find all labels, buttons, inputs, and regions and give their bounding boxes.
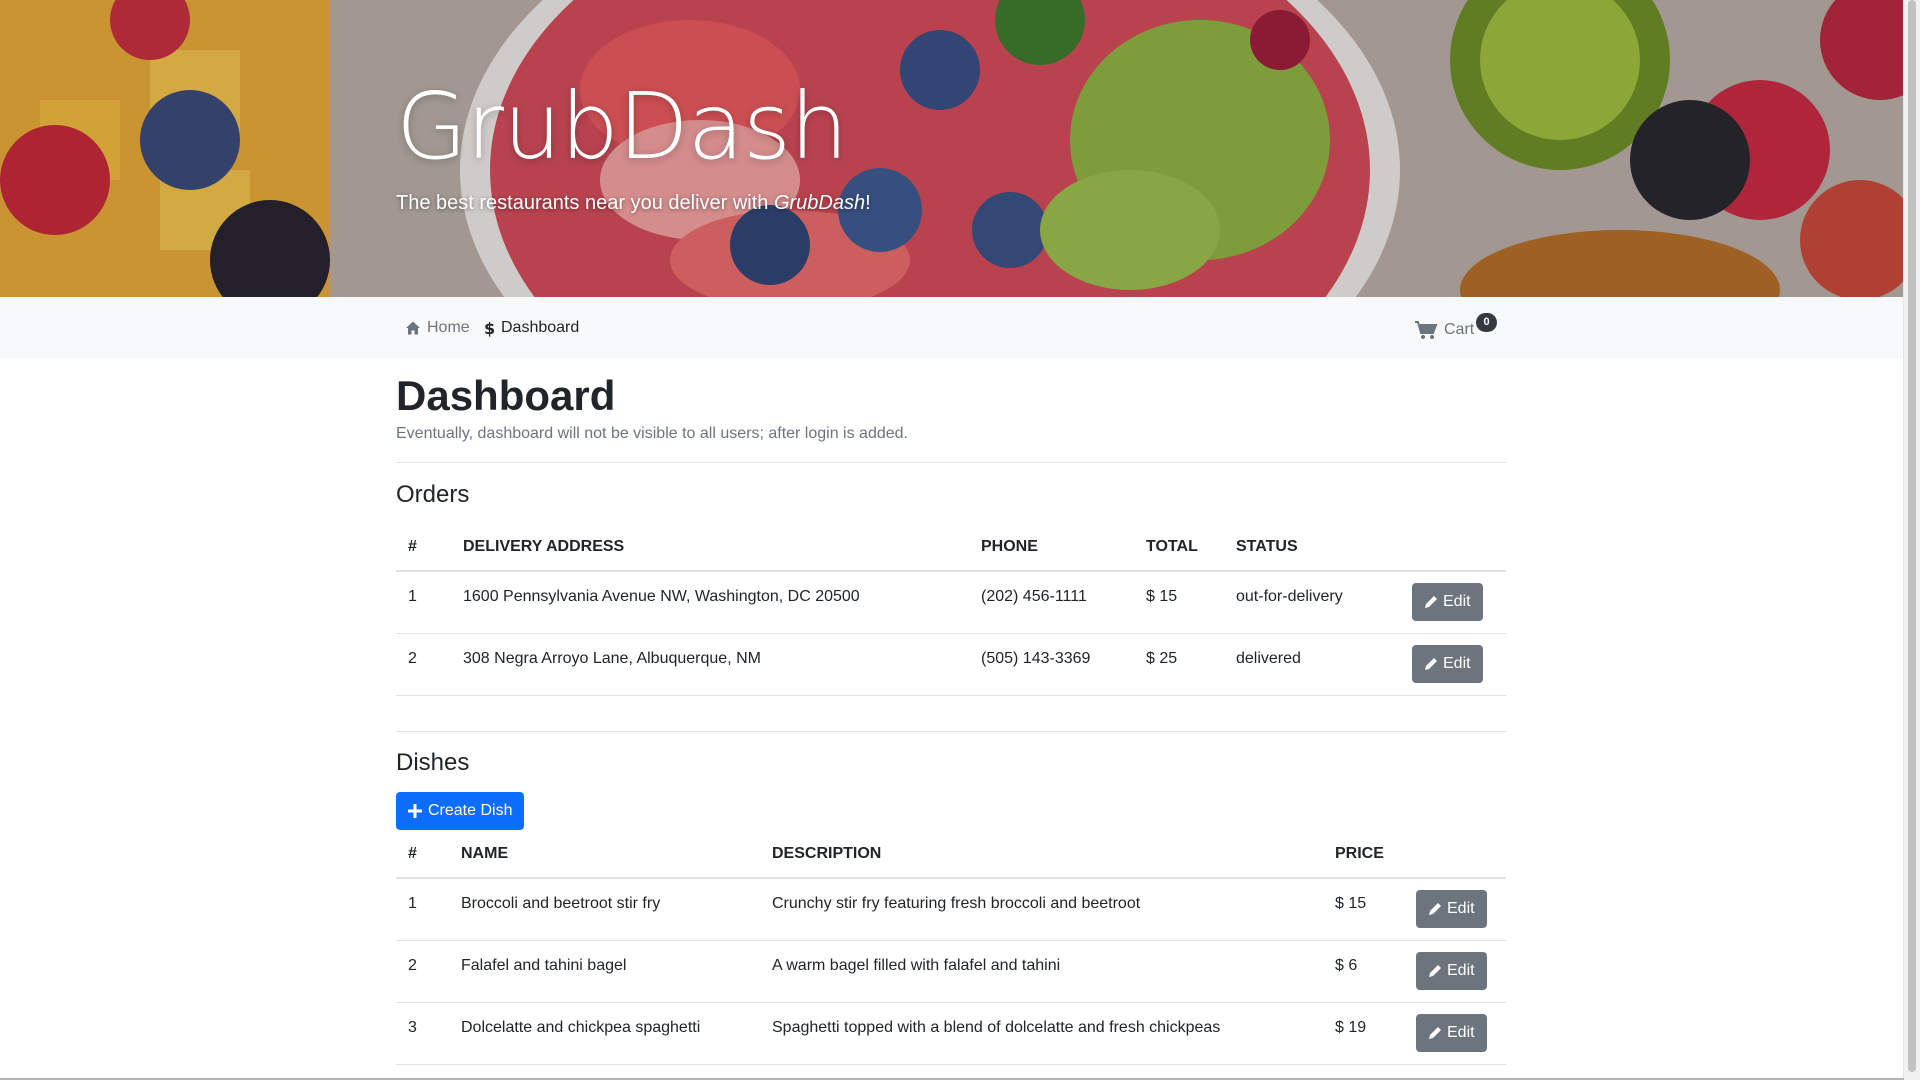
dish-name: Dolcelatte and chickpea spaghetti	[449, 1002, 760, 1065]
create-dish-button[interactable]: Create Dish	[396, 792, 525, 830]
hero-tagline: The best restaurants near you deliver wi…	[396, 190, 871, 216]
vertical-scrollbar[interactable]	[1903, 0, 1920, 1080]
nav-link-dashboard[interactable]: $ Dashboard	[484, 317, 579, 339]
dish-description: A warm bagel filled with falafel and tah…	[760, 940, 1323, 1003]
orders-table: # Delivery Address Phone Total Status 1 …	[396, 523, 1506, 696]
edit-order-button[interactable]: Edit	[1412, 583, 1483, 621]
pencil-icon	[1429, 964, 1441, 977]
orders-header-row: # Delivery Address Phone Total Status	[396, 523, 1506, 572]
order-total: $ 25	[1134, 633, 1224, 696]
pencil-icon	[1425, 657, 1437, 670]
dishes-header-row: # Name Description Price	[396, 830, 1506, 879]
order-number: 2	[396, 633, 451, 696]
tagline-prefix: The best restaurants near you deliver wi…	[396, 192, 774, 214]
dishes-table: # Name Description Price 1 Broccoli and …	[396, 830, 1506, 1065]
tagline-brand: GrubDash	[773, 192, 866, 214]
pencil-icon	[1425, 596, 1437, 608]
nav-home-label: Home	[427, 319, 470, 336]
column-header: #	[396, 830, 449, 879]
edit-label: Edit	[1443, 593, 1471, 610]
edit-dish-button[interactable]: Edit	[1416, 890, 1487, 928]
dish-description: Crunchy stir fry featuring fresh broccol…	[760, 878, 1323, 941]
page-lead: Eventually, dashboard will not be visibl…	[396, 425, 908, 442]
dish-price: $ 15	[1323, 878, 1404, 941]
dish-number: 1	[396, 878, 449, 941]
order-phone: (505) 143-3369	[969, 633, 1134, 696]
column-header: Price	[1323, 830, 1404, 879]
order-address: 308 Negra Arroyo Lane, Albuquerque, NM	[451, 633, 969, 696]
edit-label: Edit	[1443, 654, 1471, 672]
navbar: Home $ Dashboard Cart	[0, 297, 1904, 359]
scrollbar-thumb[interactable]	[1908, 0, 1916, 1072]
dishes-title: Dishes	[396, 749, 470, 776]
nav-link-home[interactable]: Home	[405, 317, 470, 339]
edit-label: Edit	[1447, 900, 1475, 917]
hero-background-image	[0, 0, 1904, 297]
column-header-actions	[1404, 830, 1506, 879]
tagline-suffix: !	[865, 192, 871, 214]
column-header: Total	[1134, 523, 1224, 572]
table-row: 1 Broccoli and beetroot stir fry Crunchy…	[396, 878, 1506, 941]
hero-banner: GrubDash The best restaurants near you d…	[0, 0, 1904, 297]
orders-title: Orders	[396, 481, 470, 508]
pencil-icon	[1429, 903, 1441, 915]
nav-cart-label: Cart	[1444, 321, 1475, 338]
order-phone: (202) 456-1111	[969, 571, 1134, 634]
column-header-actions	[1400, 523, 1506, 572]
table-row: 2 308 Negra Arroyo Lane, Albuquerque, NM…	[396, 633, 1506, 696]
order-address: 1600 Pennsylvania Avenue NW, Washington,…	[451, 571, 969, 634]
table-row: 3 Dolcelatte and chickpea spaghetti Spag…	[396, 1002, 1506, 1065]
edit-label: Edit	[1447, 961, 1475, 979]
order-actions: Edit	[1400, 633, 1506, 696]
cart-count-badge: 0	[1476, 313, 1497, 332]
column-header: Delivery Address	[451, 523, 969, 572]
hero-title: GrubDash	[396, 73, 848, 180]
edit-label: Edit	[1447, 1023, 1475, 1041]
edit-dish-button[interactable]: Edit	[1416, 1013, 1487, 1052]
dish-number: 3	[396, 1002, 449, 1065]
order-status: out-for-delivery	[1224, 571, 1400, 634]
dish-actions: Edit	[1404, 1002, 1506, 1065]
dish-description: Spaghetti topped with a blend of dolcela…	[760, 1002, 1323, 1065]
edit-dish-button[interactable]: Edit	[1416, 951, 1487, 990]
column-header: Description	[760, 830, 1323, 879]
column-header: #	[396, 523, 451, 572]
dish-actions: Edit	[1404, 940, 1506, 1003]
order-actions: Edit	[1400, 571, 1506, 634]
page-title: Dashboard	[396, 372, 616, 419]
svg-text:$: $	[484, 319, 495, 337]
dish-number: 2	[396, 940, 449, 1003]
divider	[396, 462, 1506, 463]
dish-actions: Edit	[1404, 878, 1506, 941]
table-row: 2 Falafel and tahini bagel A warm bagel …	[396, 940, 1506, 1003]
divider	[396, 731, 1506, 732]
column-header: Name	[449, 830, 760, 879]
dish-price: $ 19	[1323, 1002, 1404, 1065]
dish-name: Broccoli and beetroot stir fry	[449, 878, 760, 941]
dollar-icon: $	[484, 319, 495, 337]
order-status: delivered	[1224, 633, 1400, 696]
column-header: Status	[1224, 523, 1400, 572]
dish-price: $ 6	[1323, 940, 1404, 1003]
nav-dashboard-label: Dashboard	[501, 319, 580, 336]
edit-order-button[interactable]: Edit	[1412, 644, 1483, 683]
dish-name: Falafel and tahini bagel	[449, 940, 760, 1003]
order-total: $ 15	[1134, 571, 1224, 634]
cart-icon	[1415, 321, 1438, 339]
nav-link-cart[interactable]: Cart	[1414, 319, 1474, 341]
create-dish-label: Create Dish	[428, 802, 513, 819]
plus-icon	[408, 804, 422, 818]
table-row: 1 1600 Pennsylvania Avenue NW, Washingto…	[396, 571, 1506, 634]
pencil-icon	[1429, 1026, 1441, 1039]
column-header: Phone	[969, 523, 1134, 572]
order-number: 1	[396, 571, 451, 634]
home-icon	[406, 321, 420, 335]
